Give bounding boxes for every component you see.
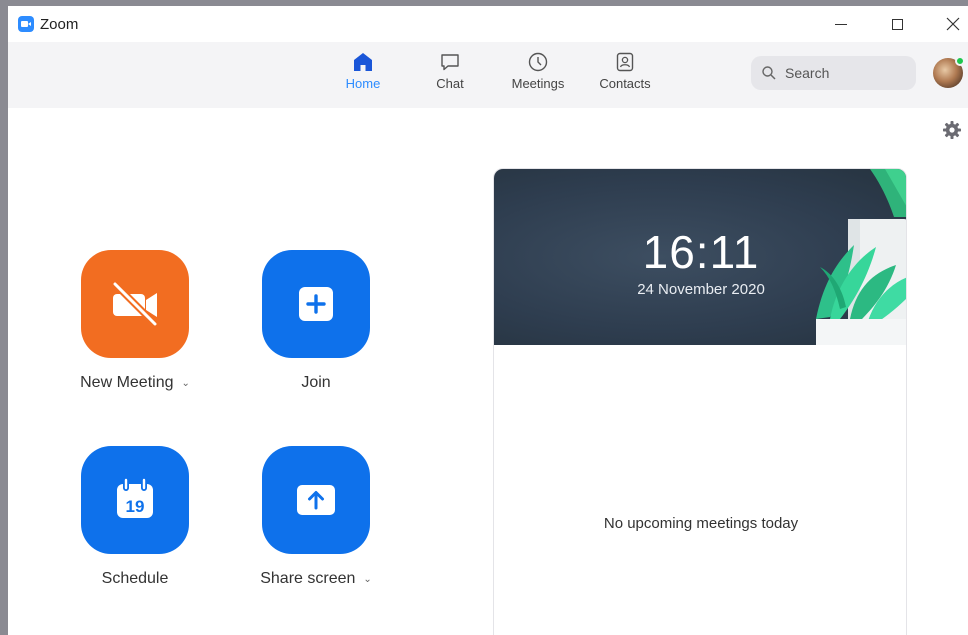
new-meeting-button[interactable] <box>81 250 189 358</box>
no-meetings-message: No upcoming meetings today <box>603 515 799 532</box>
minimize-button[interactable] <box>818 6 864 42</box>
gear-icon[interactable] <box>942 120 962 140</box>
share-screen-action: Share screen ⌄ <box>226 446 406 588</box>
tab-chat-label: Chat <box>436 76 464 91</box>
tab-contacts-label: Contacts <box>599 76 651 91</box>
close-button[interactable] <box>930 6 968 42</box>
tab-meetings[interactable]: Meetings <box>503 50 573 100</box>
window-title: Zoom <box>40 16 79 33</box>
minimize-icon <box>835 23 847 25</box>
search-box[interactable] <box>751 56 916 90</box>
plus-icon <box>299 287 333 321</box>
new-meeting-action: New Meeting ⌄ <box>45 250 225 392</box>
share-screen-label: Share screen <box>260 570 356 587</box>
upcoming-meetings-card: 16:11 24 November 2020 No upcoming meeti… <box>493 168 907 635</box>
chevron-down-icon[interactable]: ⌄ <box>181 378 189 389</box>
zoom-logo-icon <box>18 16 34 32</box>
clock-banner: 16:11 24 November 2020 <box>494 169 906 345</box>
calendar-icon: 19 <box>117 477 153 518</box>
zoom-window: Zoom Home Chat Meetings Contacts Search … <box>8 6 968 635</box>
join-button[interactable] <box>262 250 370 358</box>
clock-icon <box>528 52 548 72</box>
clock-time: 16:11 <box>642 226 760 278</box>
contacts-icon <box>616 52 634 72</box>
tab-contacts[interactable]: Contacts <box>590 50 660 100</box>
join-action: Join <box>226 250 406 392</box>
clock-date: 24 November 2020 <box>637 281 765 298</box>
calendar-day: 19 <box>126 497 145 516</box>
share-screen-button[interactable] <box>262 446 370 554</box>
share-up-arrow-icon <box>297 485 335 515</box>
tab-home-label: Home <box>345 76 381 91</box>
title-bar: Zoom <box>8 6 968 42</box>
join-label: Join <box>301 374 331 391</box>
search-input[interactable] <box>785 65 905 81</box>
top-nav-bar: Home Chat Meetings Contacts <box>8 42 968 108</box>
schedule-button[interactable]: 19 <box>81 446 189 554</box>
close-icon <box>946 17 960 31</box>
presence-status-icon <box>955 56 965 66</box>
tab-meetings-label: Meetings <box>511 76 565 91</box>
schedule-label: Schedule <box>101 570 169 587</box>
maximize-button[interactable] <box>874 6 920 42</box>
new-meeting-label: New Meeting <box>80 374 174 391</box>
schedule-action: 19 Schedule <box>45 446 225 588</box>
home-icon <box>354 53 372 71</box>
video-off-icon <box>111 280 159 328</box>
tab-chat[interactable]: Chat <box>415 50 485 100</box>
chevron-down-icon[interactable]: ⌄ <box>363 574 371 585</box>
maximize-icon <box>891 18 903 30</box>
tab-home[interactable]: Home <box>328 50 398 100</box>
search-icon <box>762 66 776 80</box>
chat-icon <box>441 54 459 71</box>
